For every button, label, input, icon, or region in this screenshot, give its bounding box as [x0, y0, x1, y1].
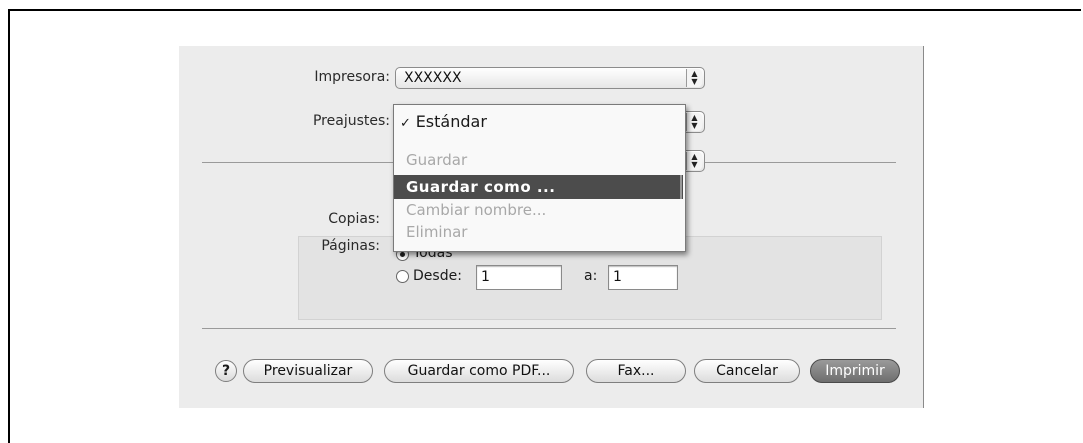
- pages-to-label: a:: [584, 268, 598, 284]
- copies-label: Copias:: [328, 211, 380, 227]
- popup-arrows-icon: ▲ ▼: [686, 69, 702, 87]
- menu-item-cambiar-nombre[interactable]: Cambiar nombre...: [394, 201, 683, 223]
- checkmark-icon: ✓: [400, 116, 411, 131]
- printer-value: XXXXXX: [404, 70, 462, 86]
- print-button[interactable]: Imprimir: [810, 359, 900, 383]
- presets-menu: ✓ Estándar Guardar Guardar como ... Camb…: [393, 104, 686, 252]
- menu-scrollbar[interactable]: [680, 175, 682, 199]
- fax-button[interactable]: Fax...: [586, 359, 686, 383]
- presets-selected-value: Estándar: [415, 112, 487, 131]
- printer-popup[interactable]: XXXXXX ▲ ▼: [395, 67, 705, 89]
- help-button[interactable]: ?: [215, 360, 237, 382]
- cancel-button[interactable]: Cancelar: [694, 359, 800, 383]
- save-as-pdf-button[interactable]: Guardar como PDF...: [384, 359, 574, 383]
- pages-from-radio[interactable]: [396, 270, 409, 283]
- menu-item-eliminar[interactable]: Eliminar: [394, 223, 683, 245]
- printer-label: Impresora:: [314, 69, 390, 85]
- menu-item-guardar[interactable]: Guardar: [394, 151, 683, 173]
- popup-arrows-icon: ▲ ▼: [686, 152, 702, 170]
- menu-item-guardar-como[interactable]: Guardar como ...: [394, 175, 683, 199]
- preview-button[interactable]: Previsualizar: [243, 359, 373, 383]
- popup-arrows-icon: ▲ ▼: [686, 113, 702, 131]
- pages-from-label: Desde:: [413, 268, 462, 284]
- pages-to-field[interactable]: 1: [608, 265, 678, 290]
- pages-label: Páginas:: [321, 238, 380, 254]
- menu-item-estandar[interactable]: ✓ Estándar: [394, 112, 683, 131]
- separator-bottom: [202, 328, 896, 329]
- pages-from-field[interactable]: 1: [476, 265, 562, 290]
- presets-label: Preajustes:: [312, 113, 390, 129]
